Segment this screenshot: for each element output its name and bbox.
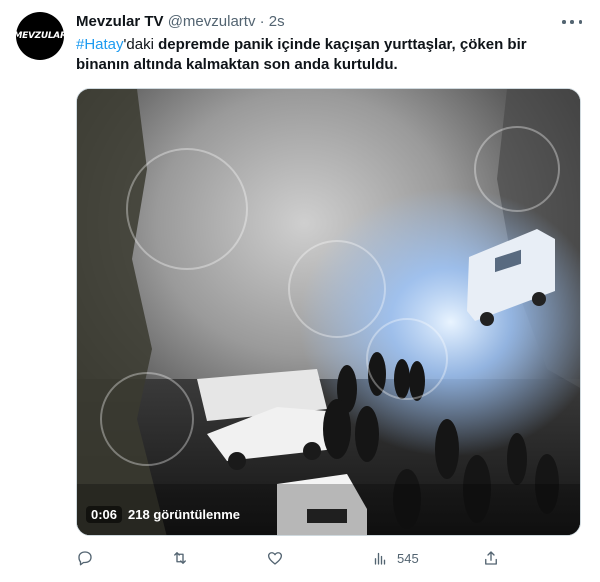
- author-handle[interactable]: @mevzulartv: [168, 13, 256, 30]
- avatar-logo-text: MEVZULAR: [13, 31, 67, 41]
- video-player[interactable]: [76, 88, 581, 536]
- video-info-badge: 0:06 218 görüntülenme: [86, 504, 240, 524]
- action-bar: 545: [76, 548, 581, 568]
- views-icon: [374, 552, 386, 565]
- video-duration: 0:06: [86, 505, 123, 523]
- reply-button[interactable]: [76, 548, 94, 568]
- tweet-card[interactable]: MEVZULAR Mevzular TV @mevzulartv · 2s #H…: [0, 0, 600, 582]
- video-view-count: 218 görüntülenme: [128, 506, 240, 522]
- tweet-time[interactable]: 2s: [269, 13, 285, 30]
- separator-dot: ·: [259, 13, 265, 30]
- tweet-text-suffix: 'daki: [123, 36, 154, 53]
- views-stat[interactable]: 545: [371, 548, 419, 568]
- video-frame: [77, 89, 580, 535]
- share-button[interactable]: [482, 548, 500, 568]
- tweet-text: #Hatay'daki depremde panik içinde kaçışa…: [76, 35, 581, 75]
- retweet-icon: [174, 552, 186, 564]
- reply-icon: [78, 551, 92, 566]
- like-button[interactable]: [266, 548, 284, 568]
- retweet-button[interactable]: [171, 548, 189, 568]
- hashtag-link[interactable]: #Hatay: [76, 36, 124, 53]
- avatar[interactable]: MEVZULAR: [13, 12, 67, 60]
- tweet-header: Mevzular TV @mevzulartv · 2s: [76, 12, 285, 32]
- like-icon: [267, 552, 283, 565]
- share-icon: [485, 551, 497, 565]
- views-count: 545: [397, 550, 419, 566]
- author-name[interactable]: Mevzular TV: [76, 13, 164, 30]
- more-options-icon[interactable]: [562, 14, 582, 30]
